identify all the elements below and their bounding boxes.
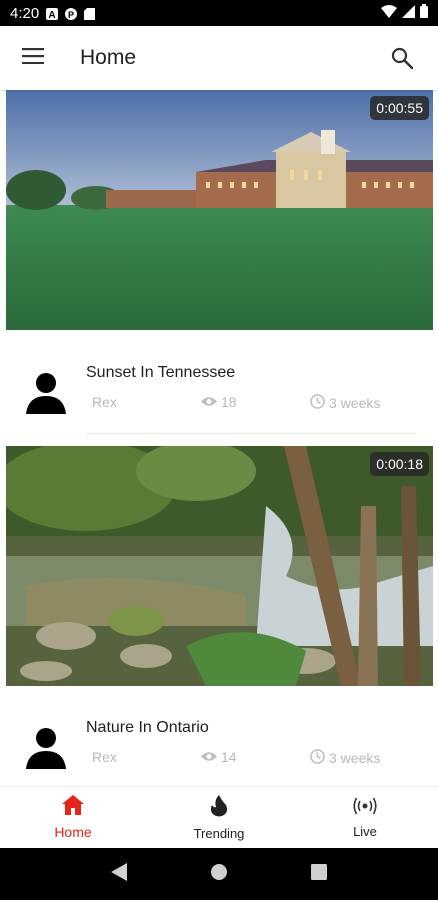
video-title[interactable]: Nature In Ontario [86,719,209,737]
clock-icon [310,394,325,412]
video-thumbnail[interactable]: 0:00:55 [6,90,433,330]
svg-text:A: A [49,10,56,20]
eye-icon [201,749,217,765]
wifi-icon [381,4,397,22]
video-card[interactable]: 0:00:55 Sunset In Tennessee Rex 18 3 wee… [0,90,438,446]
view-count: 14 [201,749,237,765]
author-label: Rex [92,749,117,765]
nav-label-live: Live [353,823,377,839]
video-card[interactable]: 0:00:18 Nature In Ontario Rex 14 3 weeks [0,446,438,786]
sd-card-icon [84,7,96,20]
duration-badge: 0:00:55 [370,96,429,120]
nav-item-trending[interactable]: Trending [146,787,292,848]
status-bar: 4:20 A P [0,0,438,26]
author-name: Rex [92,394,117,410]
home-icon [62,795,84,820]
home-circle-icon[interactable] [210,863,228,886]
bottom-navigation: Home Trending Live [0,786,438,848]
view-count: 18 [201,394,237,410]
battery-icon [420,4,428,22]
upload-age: 3 weeks [310,394,380,412]
search-icon[interactable] [388,44,416,72]
divider [86,433,416,434]
notification-p-icon: P [65,7,78,20]
system-navigation-bar [0,848,438,900]
status-time: 4:20 [10,4,40,22]
broadcast-icon [353,797,377,820]
nav-item-home[interactable]: Home [0,787,146,848]
cellular-signal-icon [402,4,415,22]
view-count-value: 14 [221,749,237,765]
app-bar: Home [0,26,438,90]
video-title[interactable]: Sunset In Tennessee [86,364,235,382]
upload-age-value: 3 weeks [329,395,381,411]
notification-a-icon: A [46,7,59,21]
svg-text:P: P [68,10,74,20]
video-feed[interactable]: 0:00:55 Sunset In Tennessee Rex 18 3 wee… [0,90,438,786]
page-title: Home [80,46,137,69]
nav-item-live[interactable]: Live [292,787,438,848]
avatar[interactable] [26,725,66,769]
eye-icon [201,394,217,410]
nav-label-trending: Trending [193,825,245,841]
upload-age: 3 weeks [310,749,380,767]
recents-square-icon[interactable] [310,863,327,885]
upload-age-value: 3 weeks [329,750,381,766]
nav-label-home: Home [54,824,92,840]
clock-icon [310,749,325,767]
author-name: Rex [92,749,117,765]
hamburger-menu-icon[interactable] [22,47,44,69]
view-count-value: 18 [221,394,237,410]
back-icon[interactable] [111,862,128,886]
avatar[interactable] [26,370,66,414]
video-thumbnail[interactable]: 0:00:18 [6,446,433,686]
duration-badge: 0:00:18 [370,452,429,476]
author-label: Rex [92,394,117,410]
flame-icon [210,794,228,822]
